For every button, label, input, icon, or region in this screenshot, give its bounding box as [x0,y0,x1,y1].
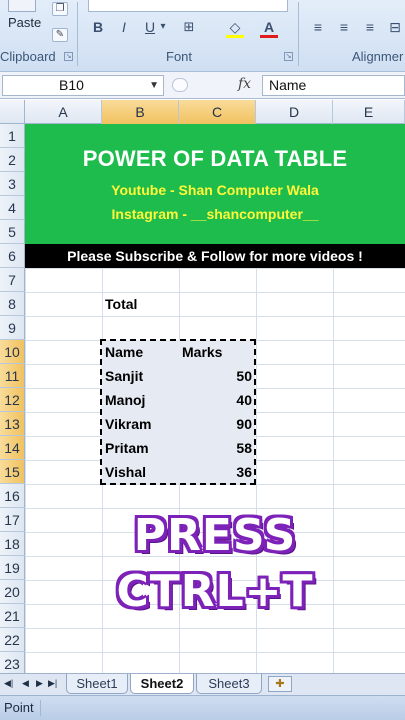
cell-area[interactable]: POWER OF DATA TABLE Youtube - Shan Compu… [25,124,405,673]
row-header[interactable]: 7 [0,268,25,292]
column-header-d[interactable]: D [256,100,333,124]
row-header[interactable]: 2 [0,148,25,172]
chevron-down-icon[interactable]: ▼ [149,76,159,95]
row-header[interactable]: 10 [0,340,25,364]
borders-icon[interactable]: ⊞ [178,16,200,38]
fill-color-icon[interactable]: ◇ [224,16,246,38]
marching-ants-border [100,339,256,485]
worksheet-grid: A B C D E 1 2 3 4 5 6 7 8 9 10 11 12 13 … [0,100,405,673]
paste-icon[interactable] [8,0,36,12]
prev-sheet-icon[interactable]: ◀ [22,678,29,689]
font-name-box[interactable] [88,0,288,12]
format-painter-icon[interactable]: ✎ [52,28,68,42]
clipboard-launcher-icon[interactable]: ↘ [64,52,73,61]
underline-dropdown-icon[interactable]: ▾ [158,16,168,38]
row-header[interactable]: 4 [0,196,25,220]
font-color-letter: A [263,19,275,35]
formula-bar: B10 ▼ fx Name [0,72,405,99]
row-header[interactable]: 6 [0,244,25,268]
status-bar: Point [0,695,405,720]
column-headers: A B C D E [0,100,405,124]
row-header[interactable]: 21 [0,604,25,628]
banner-instagram-line: Instagram - __shancomputer__ [111,206,319,222]
column-header-a[interactable]: A [25,100,102,124]
row-header[interactable]: 14 [0,436,25,460]
font-group-label: Font [166,49,193,64]
row-header[interactable]: 8 [0,292,25,316]
sheet-tab-bar: ◀| ◀ ▶ ▶| Sheet1 Sheet2 Sheet3 ✚ [0,673,405,695]
banner-title: POWER OF DATA TABLE [82,146,348,171]
font-color-button[interactable]: A [258,16,280,38]
row-header[interactable]: 20 [0,580,25,604]
ribbon-separator [298,2,299,66]
column-header-e[interactable]: E [333,100,405,124]
align-center-icon[interactable]: ≡ [334,16,354,38]
align-right-icon[interactable]: ≡ [360,16,380,38]
total-label-cell[interactable]: Total [105,292,137,316]
row-header[interactable]: 5 [0,220,25,244]
ribbon-separator [77,2,78,66]
row-header[interactable]: 15 [0,460,25,484]
overlay-line-press: PRESS [133,510,297,561]
next-sheet-icon[interactable]: ▶ [36,678,43,689]
copy-icon[interactable]: ❐ [52,2,68,16]
row-header[interactable]: 12 [0,388,25,412]
first-sheet-icon[interactable]: ◀| [4,678,13,689]
insert-sheet-icon[interactable]: ✚ [268,676,292,692]
column-header-c[interactable]: C [179,100,256,124]
insert-function-icon[interactable]: fx [238,76,251,92]
row-header[interactable]: 13 [0,412,25,436]
row-header[interactable]: 18 [0,532,25,556]
bold-button[interactable]: B [90,16,106,38]
row-header[interactable]: 19 [0,556,25,580]
row-header[interactable]: 22 [0,628,25,652]
clipboard-group-label: Clipboard [0,49,56,64]
row-header[interactable]: 17 [0,508,25,532]
subscribe-banner: Please Subscribe & Follow for more video… [25,244,405,268]
name-box-value: B10 [59,77,84,93]
last-sheet-icon[interactable]: ▶| [48,678,57,689]
status-divider [40,700,300,716]
row-header[interactable]: 16 [0,484,25,508]
row-header[interactable]: 1 [0,124,25,148]
tab-sheet3[interactable]: Sheet3 [196,674,262,694]
underline-button[interactable]: U [142,16,158,38]
ribbon: Paste ❐ ✎ Clipboard ↘ B I U ▾ ⊞ ◇ A Font… [0,0,405,72]
tab-sheet2[interactable]: Sheet2 [130,674,194,694]
formula-bar-resize-handle[interactable] [172,78,188,92]
row-header[interactable]: 23 [0,652,25,673]
overlay-line-shortcut: CTRL+T [116,566,314,617]
align-left-icon[interactable]: ≡ [308,16,328,38]
row-header[interactable]: 11 [0,364,25,388]
banner-youtube-line: Youtube - Shan Computer Wala [111,182,319,198]
name-box[interactable]: B10 ▼ [2,75,164,96]
paste-button[interactable]: Paste [8,15,41,30]
column-header-b[interactable]: B [102,100,179,124]
merge-icon[interactable]: ⊟ [386,16,404,38]
tab-sheet1[interactable]: Sheet1 [66,674,128,694]
alignment-group-label: Alignmer [352,49,404,64]
overlay-caption: PRESS CTRL+T [25,508,405,620]
italic-button[interactable]: I [116,16,132,38]
font-launcher-icon[interactable]: ↘ [284,52,293,61]
formula-input[interactable]: Name [262,75,405,96]
row-header[interactable]: 9 [0,316,25,340]
select-all-corner[interactable] [0,100,25,124]
status-mode: Point [4,700,34,715]
row-header[interactable]: 3 [0,172,25,196]
